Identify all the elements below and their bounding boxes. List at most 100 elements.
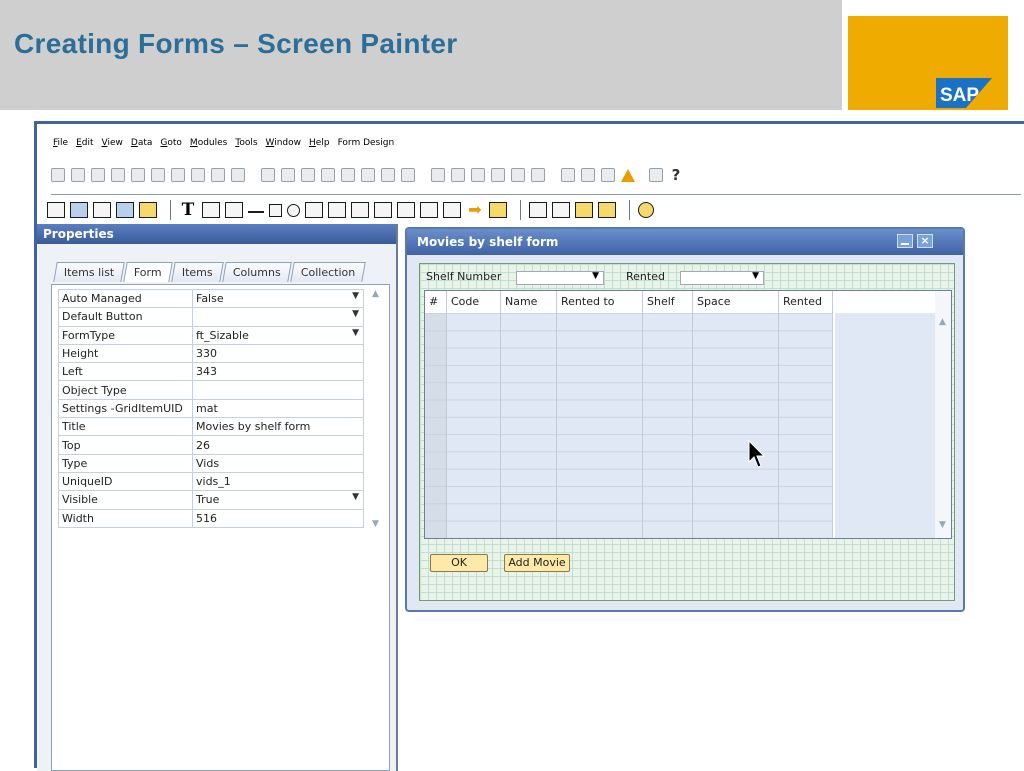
matrix-column[interactable] [557,313,643,538]
menu-item-modules[interactable]: Modules [190,138,227,154]
menu-item-form-design[interactable]: Form Design [338,138,395,154]
sort-icon[interactable] [361,168,375,182]
property-value[interactable]: mat [192,398,364,419]
form-title[interactable]: Movies by shelf form [407,229,963,255]
scroll-up-icon[interactable]: ▲ [372,289,379,299]
matrix-column[interactable] [693,313,779,538]
align-left-icon[interactable] [529,202,547,218]
pen-icon[interactable] [561,168,575,182]
grid-icon[interactable] [374,202,392,218]
open-form-icon[interactable] [70,202,88,218]
property-row[interactable]: Width 516 [58,508,364,528]
property-row[interactable]: Object Type [58,380,364,400]
settings-icon[interactable] [511,168,525,182]
menu-item-goto[interactable]: Goto [160,138,182,154]
arrow-right-icon[interactable]: ➡ [466,202,484,218]
property-value[interactable]: True ▼ [192,490,364,510]
help-icon[interactable]: ? [669,166,683,184]
matrix-body[interactable] [425,313,835,538]
align-bottom-icon[interactable] [598,202,616,218]
form-canvas[interactable]: Shelf Number ▼ Rented ▼ # Code Name Rented … [419,263,955,601]
column-header[interactable]: Space [693,291,779,313]
movies-matrix[interactable]: # Code Name Rented to Shelf Space Rented ▲ ▼ [424,290,952,539]
layout-icon[interactable] [601,168,615,182]
menu-item-window[interactable]: Window [266,138,302,154]
property-row[interactable]: UniqueID vids_1 [58,471,364,492]
column-header[interactable]: Name [501,291,557,313]
close-icon[interactable]: × [917,234,933,248]
property-row[interactable]: Type Vids [58,453,364,473]
property-value[interactable]: 330 [192,343,364,364]
tab-collection[interactable]: Collection [290,262,366,282]
journal-icon[interactable] [491,168,505,182]
column-header[interactable]: Shelf [643,291,693,313]
edit-text-icon[interactable] [202,202,220,218]
property-value[interactable]: Vids [192,453,364,473]
property-row[interactable]: Visible True ▼ [58,490,364,510]
property-row[interactable]: Height 330 [58,343,364,364]
matrix-column[interactable] [501,313,557,538]
find-icon[interactable] [261,168,275,182]
properties-scrollbar[interactable]: ▲ ▼ [368,289,386,529]
menu-item-tools[interactable]: Tools [235,138,257,154]
save-as-icon[interactable] [139,202,157,218]
tab-columns[interactable]: Columns [222,262,292,282]
property-value[interactable]: Movies by shelf form [192,417,364,437]
static-text-icon[interactable]: T [179,202,197,219]
new-form-icon[interactable] [47,202,65,218]
radio-button-icon[interactable] [287,203,300,217]
folder-tab-icon[interactable] [351,202,369,218]
matrix-scrollbar[interactable]: ▲ ▼ [935,291,951,538]
target-document-icon[interactable] [451,168,465,182]
rectangle-icon[interactable] [443,202,461,218]
last-record-icon[interactable] [341,168,355,182]
navigate-icon[interactable] [211,168,225,182]
preview-icon[interactable] [51,168,65,182]
property-row[interactable]: Auto Managed False ▼ [58,288,364,309]
open-folder-icon[interactable] [93,202,111,218]
property-row[interactable]: Default Button ▼ [58,307,364,327]
menu-item-help[interactable]: Help [309,138,330,154]
matrix-column[interactable] [779,313,833,538]
calculator-icon[interactable] [531,168,545,182]
tab-items[interactable]: Items [171,262,224,282]
scroll-down-icon[interactable]: ▼ [939,520,946,530]
button-icon[interactable] [489,202,507,218]
help-tool-icon[interactable] [638,202,654,218]
row-header-column[interactable] [425,313,447,538]
property-value[interactable]: 26 [192,435,364,455]
gross-profit-icon[interactable] [471,168,485,182]
tab-items-list[interactable]: Items list [53,262,126,282]
copy-icon[interactable] [91,168,105,182]
matrix-column[interactable] [643,313,693,538]
align-top-icon[interactable] [575,202,593,218]
pane-icon[interactable] [397,202,415,218]
next-record-icon[interactable] [321,168,335,182]
property-row[interactable]: Settings -GridItemUID mat [58,398,364,419]
tab-form[interactable]: Form [123,262,173,282]
column-header[interactable]: # [425,291,447,313]
base-document-icon[interactable] [431,168,445,182]
form-window[interactable]: Movies by shelf form × Shelf Number ▼ Re… [405,227,965,612]
align-right-icon[interactable] [552,202,570,218]
ok-button[interactable]: OK [430,554,488,572]
matrix-column[interactable] [447,313,501,538]
property-row[interactable]: FormType ft_Sizable ▼ [58,325,364,345]
add-movie-button[interactable]: Add Movie [504,554,570,572]
column-header[interactable]: Code [447,291,501,313]
word-icon[interactable] [171,168,185,182]
chevron-down-icon[interactable]: ▼ [352,291,359,301]
rented-combo[interactable]: ▼ [680,271,764,285]
property-value[interactable]: ▼ [192,307,364,327]
extended-edit-icon[interactable] [225,202,243,218]
document-icon[interactable] [111,168,125,182]
menu-item-file[interactable]: File [53,138,68,154]
first-record-icon[interactable] [281,168,295,182]
scroll-up-icon[interactable]: ▲ [939,317,946,327]
column-header[interactable]: Rented to [557,291,643,313]
property-value[interactable]: ft_Sizable ▼ [192,325,364,345]
property-row[interactable]: Left 343 [58,362,364,382]
table-icon[interactable] [401,168,415,182]
property-row[interactable]: Title Movies by shelf form [58,417,364,437]
menu-item-edit[interactable]: Edit [76,138,93,154]
